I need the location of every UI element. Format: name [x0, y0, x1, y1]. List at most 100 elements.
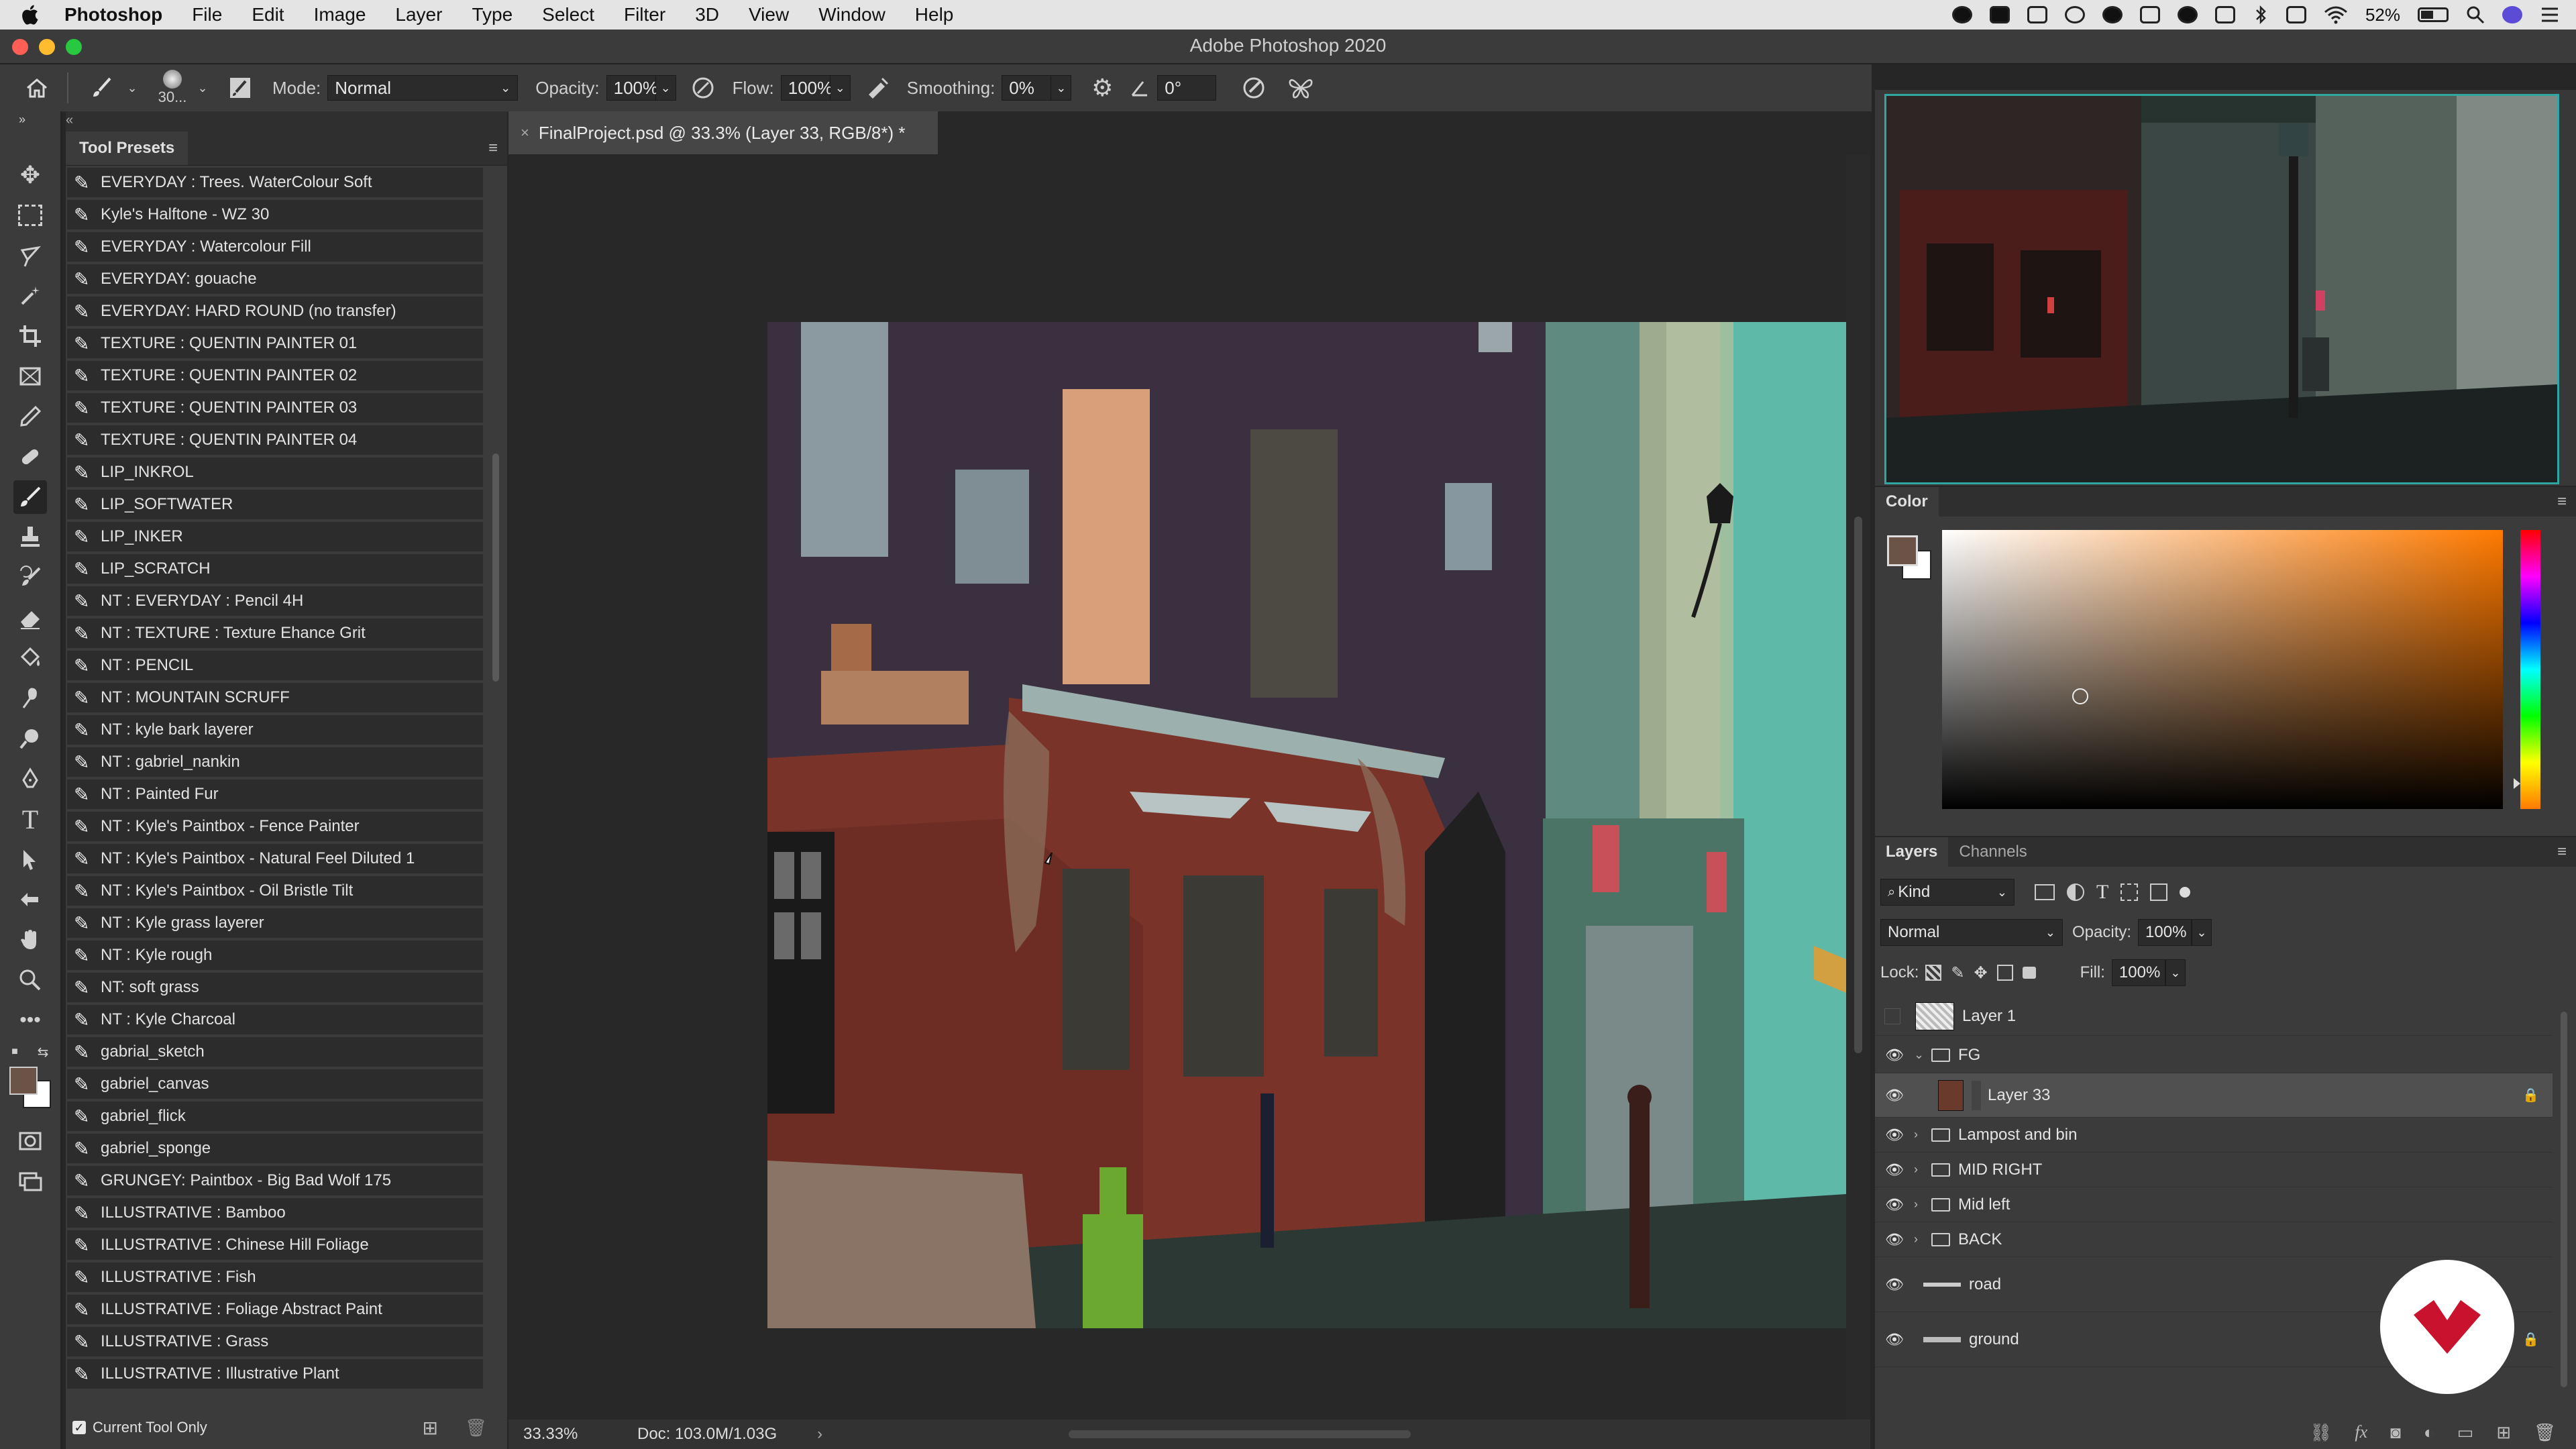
brush-tool-icon[interactable] [82, 76, 122, 100]
current-tool-only-checkbox[interactable]: ✓ [72, 1421, 86, 1434]
menu-filter[interactable]: Filter [624, 4, 665, 25]
tool-preset-item[interactable]: ✎ TEXTURE : QUENTIN PAINTER 03 [67, 393, 483, 424]
lock-icon[interactable]: 🔒 [2522, 1331, 2539, 1348]
smoothing-dropdown[interactable]: ⌄ [1051, 75, 1072, 101]
tool-preset-item[interactable]: ✎ gabriel_canvas [67, 1069, 483, 1100]
record-icon[interactable] [1951, 6, 1972, 23]
tool-preset-item[interactable]: ✎ NT : Painted Fur [67, 780, 483, 810]
layer-row-lampost-and-bin[interactable]: 👁 › Lampost and bin [1875, 1118, 2553, 1152]
chevron-right-icon[interactable]: › [1914, 1128, 1927, 1142]
tool-preset-item[interactable]: ✎ EVERYDAY : Trees. WaterColour Soft [67, 168, 483, 199]
creative-cloud-icon[interactable] [2064, 6, 2085, 23]
eye-icon[interactable]: 👁 [1884, 1276, 1904, 1293]
menu-file[interactable]: File [192, 4, 222, 25]
tab-layers[interactable]: Layers [1875, 837, 1949, 867]
fill-field[interactable]: 100% [2111, 959, 2165, 986]
move-tool-icon[interactable]: ✥ [13, 158, 47, 192]
panel-menu-icon[interactable]: ≡ [488, 139, 498, 158]
new-preset-icon[interactable]: ⊞ [423, 1417, 438, 1439]
path-selection-tool-icon[interactable] [13, 843, 47, 876]
tool-preset-item[interactable]: ✎ TEXTURE : QUENTIN PAINTER 02 [67, 361, 483, 392]
menu-help[interactable]: Help [915, 4, 954, 25]
marquee-tool-icon[interactable] [13, 199, 47, 232]
chevron-right-icon[interactable]: › [1914, 1197, 1927, 1212]
crop-tool-icon[interactable] [13, 319, 47, 353]
apple-icon[interactable] [19, 3, 43, 27]
opacity-dropdown[interactable]: ⌄ [655, 75, 676, 101]
eye-icon[interactable]: 👁 [1884, 1196, 1904, 1214]
healing-brush-tool-icon[interactable] [13, 440, 47, 474]
dodge-tool-icon[interactable] [13, 722, 47, 755]
layer-row-layer-1[interactable]: Layer 1 [1875, 997, 2553, 1036]
layer-row-mid-right[interactable]: 👁 › MID RIGHT [1875, 1152, 2553, 1187]
blend-mode-select[interactable]: Normal ⌄ [1880, 919, 2063, 946]
eye-icon[interactable]: 👁 [1884, 1087, 1904, 1104]
brush-preset-picker[interactable]: 30... [149, 70, 196, 106]
tool-preset-item[interactable]: ✎ TEXTURE : QUENTIN PAINTER 01 [67, 329, 483, 360]
sync-icon[interactable] [2177, 6, 2198, 23]
menu-image[interactable]: Image [314, 4, 366, 25]
tab-channels[interactable]: Channels [1948, 837, 2037, 867]
lock-icon[interactable]: 🔒 [2522, 1087, 2539, 1104]
airplay-icon[interactable] [2286, 6, 2306, 23]
smoothing-field[interactable]: 0% [1002, 75, 1052, 101]
filter-type-icon[interactable]: T [2096, 881, 2108, 904]
filter-adjustment-icon[interactable] [2067, 883, 2084, 901]
foreground-background-swatch[interactable] [7, 1064, 54, 1111]
document-tab[interactable]: × FinalProject.psd @ 33.3% (Layer 33, RG… [508, 111, 938, 154]
tool-preset-item[interactable]: ✎ Kyle's Halftone - WZ 30 [67, 200, 483, 231]
clone-stamp-tool-icon[interactable] [13, 521, 47, 554]
tool-preset-item[interactable]: ✎ ILLUSTRATIVE : Bamboo [67, 1198, 483, 1229]
layer-filter-kind-select[interactable]: ⌕ Kind ⌄ [1880, 879, 2015, 906]
tool-preset-item[interactable]: ✎ NT : Kyle's Paintbox - Fence Painter [67, 812, 483, 843]
eye-icon[interactable]: 👁 [1884, 1126, 1904, 1144]
tool-preset-item[interactable]: ✎ LIP_SOFTWATER [67, 490, 483, 521]
panel-menu-icon[interactable]: ≡ [2557, 843, 2567, 861]
wd-drive-icon[interactable] [1989, 6, 2010, 23]
lock-all-icon[interactable] [2022, 967, 2036, 979]
layer-style-fx-icon[interactable]: fx [2355, 1422, 2367, 1442]
chevron-right-icon[interactable]: › [1914, 1232, 1927, 1246]
hue-slider-handle[interactable] [2514, 778, 2520, 789]
notification-center-icon[interactable] [2540, 6, 2560, 23]
layer-row-layer-33[interactable]: 👁 Layer 33 🔒 [1875, 1073, 2553, 1118]
color-picker-cursor[interactable] [2072, 688, 2088, 704]
tool-preset-item[interactable]: ✎ gabriel_flick [67, 1102, 483, 1132]
more-tools-icon[interactable]: ••• [13, 1004, 47, 1037]
chevron-down-icon[interactable]: ⌄ [122, 81, 142, 95]
tool-preset-item[interactable]: ✎ EVERYDAY: gouache [67, 264, 483, 295]
lock-transparent-icon[interactable] [1925, 965, 1942, 981]
filter-shape-icon[interactable] [2121, 883, 2139, 901]
magic-wand-tool-icon[interactable] [13, 279, 47, 313]
paint-bucket-tool-icon[interactable] [13, 641, 47, 675]
lock-brush-icon[interactable]: ✎ [1951, 963, 1964, 983]
hand-tool-icon[interactable] [13, 923, 47, 957]
type-tool-icon[interactable]: T [13, 802, 47, 836]
document-vertical-scrollbar[interactable] [1846, 154, 1870, 1419]
menu-window[interactable]: Window [818, 4, 885, 25]
visibility-toggle[interactable] [1884, 1008, 1900, 1024]
tool-preset-item[interactable]: ✎ NT : gabriel_nankin [67, 747, 483, 778]
filter-toggle-icon[interactable] [2180, 887, 2191, 898]
filter-pixel-icon[interactable] [2035, 884, 2055, 900]
airbrush-icon[interactable] [857, 76, 898, 100]
document-size-info[interactable]: Doc: 103.0M/1.03G [637, 1425, 777, 1444]
tool-preset-item[interactable]: ✎ NT : Kyle Charcoal [67, 1005, 483, 1036]
eye-icon[interactable]: 👁 [1884, 1161, 1904, 1179]
bluetooth-icon[interactable] [2253, 5, 2269, 25]
link-layers-icon[interactable]: ⛓ [2310, 1422, 2332, 1443]
tool-preset-item[interactable]: ✎ NT : MOUNTAIN SCRUFF [67, 683, 483, 714]
brush-tool-icon[interactable] [13, 480, 47, 514]
menu-view[interactable]: View [749, 4, 789, 25]
tool-preset-item[interactable]: ✎ NT : kyle bark layerer [67, 715, 483, 746]
spotify-icon[interactable] [2102, 6, 2123, 23]
layer-opacity-dropdown[interactable]: ⌄ [2192, 919, 2212, 946]
eye-icon[interactable]: 👁 [1884, 1231, 1904, 1248]
menu-app-name[interactable]: Photoshop [64, 4, 162, 25]
tool-preset-item[interactable]: ✎ gabriel_sponge [67, 1134, 483, 1165]
tool-preset-item[interactable]: ✎ NT : Kyle's Paintbox - Oil Bristle Tilt [67, 876, 483, 907]
tool-preset-item[interactable]: ✎ NT : Kyle's Paintbox - Natural Feel Dil… [67, 844, 483, 875]
brush-settings-panel-icon[interactable] [220, 76, 260, 100]
default-colors-icon[interactable]: ■ [7, 1044, 23, 1060]
horizontal-scrollbar[interactable] [1069, 1430, 1411, 1438]
